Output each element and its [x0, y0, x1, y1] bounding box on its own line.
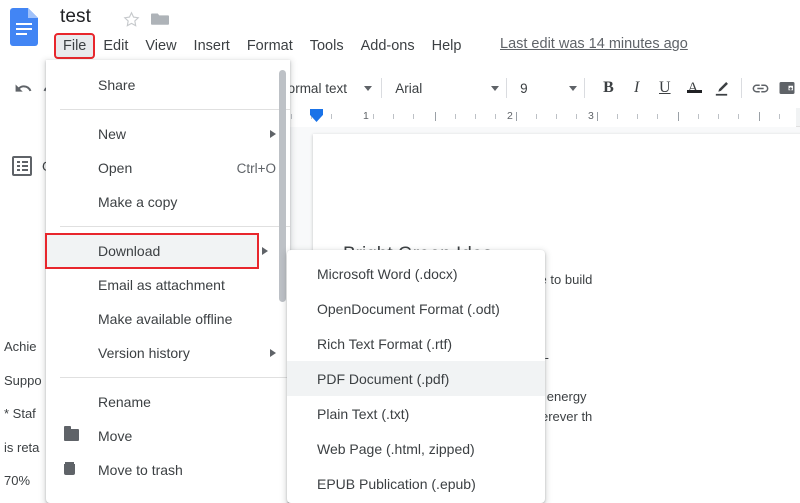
font-size-dropdown[interactable]: 9: [520, 81, 576, 96]
menu-item-label: New: [98, 126, 126, 142]
file-menu-dropdown[interactable]: Share New Open Ctrl+O Make a copy Downlo…: [46, 60, 290, 503]
menu-item-move[interactable]: Move: [46, 419, 290, 453]
chevron-down-icon: [364, 86, 372, 91]
menu-separator: [60, 109, 290, 110]
menu-tools[interactable]: Tools: [303, 35, 351, 57]
top-bar: test File Edit View Insert Format Tools …: [0, 0, 800, 62]
menu-item-label: Version history: [98, 345, 190, 361]
menu-item-label: Make available offline: [98, 311, 232, 327]
menu-item-label: Move to trash: [98, 462, 183, 478]
trash-icon: [64, 462, 75, 478]
menu-view[interactable]: View: [138, 35, 183, 57]
menu-item-version-history[interactable]: Version history: [46, 336, 290, 370]
submenu-item-pdf[interactable]: PDF Document (.pdf): [287, 361, 545, 396]
bold-button[interactable]: B: [594, 79, 622, 97]
last-edit-status[interactable]: Last edit was 14 minutes ago: [500, 36, 688, 52]
toolbar-divider: [506, 78, 507, 98]
ruler-number: 2: [507, 110, 513, 122]
submenu-item-html[interactable]: Web Page (.html, zipped): [287, 431, 545, 466]
menu-item-make-a-copy[interactable]: Make a copy: [46, 185, 290, 219]
menu-insert[interactable]: Insert: [187, 35, 237, 57]
submenu-item-label: Microsoft Word (.docx): [317, 266, 458, 282]
submenu-item-txt[interactable]: Plain Text (.txt): [287, 396, 545, 431]
submenu-item-label: Plain Text (.txt): [317, 406, 409, 422]
download-submenu[interactable]: Microsoft Word (.docx) OpenDocument Form…: [287, 250, 545, 503]
menu-item-open[interactable]: Open Ctrl+O: [46, 151, 290, 185]
submenu-item-epub[interactable]: EPUB Publication (.epub): [287, 466, 545, 501]
toolbar-divider: [584, 78, 585, 98]
menu-help[interactable]: Help: [425, 35, 469, 57]
menu-bar: File Edit View Insert Format Tools Add-o…: [56, 34, 471, 58]
undo-icon[interactable]: [9, 79, 37, 98]
submenu-item-docx[interactable]: Microsoft Word (.docx): [287, 256, 545, 291]
text-color-label: A: [688, 80, 699, 97]
submenu-item-odt[interactable]: OpenDocument Format (.odt): [287, 291, 545, 326]
chevron-right-icon: [270, 130, 276, 138]
chevron-down-icon: [491, 86, 499, 91]
folder-icon[interactable]: [151, 11, 169, 26]
menu-item-rename[interactable]: Rename: [46, 385, 290, 419]
folder-icon: [64, 428, 79, 444]
submenu-item-label: Rich Text Format (.rtf): [317, 336, 452, 352]
submenu-item-label: PDF Document (.pdf): [317, 371, 449, 387]
menu-separator: [60, 226, 290, 227]
menu-item-make-available-offline[interactable]: Make available offline: [46, 302, 290, 336]
highlight-pen-icon[interactable]: [707, 80, 735, 97]
submenu-item-rtf[interactable]: Rich Text Format (.rtf): [287, 326, 545, 361]
chevron-right-icon: [262, 247, 268, 255]
menu-addons[interactable]: Add-ons: [354, 35, 422, 57]
italic-button[interactable]: I: [623, 79, 651, 97]
menu-item-download[interactable]: Download: [46, 234, 258, 268]
menu-item-move-to-trash[interactable]: Move to trash: [46, 453, 290, 487]
google-docs-window: test File Edit View Insert Format Tools …: [0, 0, 800, 503]
menu-file[interactable]: File: [56, 35, 93, 57]
submenu-item-label: EPUB Publication (.epub): [317, 476, 476, 492]
star-outline-icon[interactable]: [123, 11, 140, 28]
menu-item-new[interactable]: New: [46, 117, 290, 151]
text-color-swatch: [687, 90, 702, 93]
insert-image-icon[interactable]: [774, 79, 800, 97]
menu-edit[interactable]: Edit: [96, 35, 135, 57]
menu-item-label: Open: [98, 160, 132, 176]
toolbar-divider: [741, 78, 742, 98]
document-outline-icon: [12, 156, 32, 176]
submenu-item-label: OpenDocument Format (.odt): [317, 301, 500, 317]
text-color-button[interactable]: A: [679, 80, 707, 97]
document-title[interactable]: test: [60, 6, 91, 28]
google-docs-icon[interactable]: [10, 8, 38, 46]
menu-item-shortcut: Ctrl+O: [237, 161, 276, 176]
font-size-value: 9: [520, 81, 528, 96]
menu-item-label: Make a copy: [98, 194, 177, 210]
menu-item-label: Email as attachment: [98, 277, 225, 293]
submenu-item-label: Web Page (.html, zipped): [317, 441, 475, 457]
link-icon[interactable]: [747, 79, 773, 98]
toolbar-divider: [381, 78, 382, 98]
menu-item-label: Move: [98, 428, 132, 444]
paragraph-style-dropdown[interactable]: Normal text: [278, 81, 372, 96]
menu-separator: [60, 377, 290, 378]
menu-item-email-as-attachment[interactable]: Email as attachment: [46, 268, 290, 302]
ruler-number: 3: [588, 110, 594, 122]
menu-item-label: Download: [98, 243, 160, 259]
font-family-dropdown[interactable]: Arial: [395, 81, 498, 96]
chevron-right-icon: [270, 349, 276, 357]
file-menu-scrollbar[interactable]: [279, 70, 286, 302]
font-family-value: Arial: [395, 81, 422, 96]
underline-button[interactable]: U: [651, 79, 679, 97]
menu-item-share[interactable]: Share: [46, 68, 290, 102]
menu-format[interactable]: Format: [240, 35, 300, 57]
menu-item-label: Rename: [98, 394, 151, 410]
chevron-down-icon: [569, 86, 577, 91]
ruler-number: 1: [363, 110, 369, 122]
menu-item-label: Share: [98, 77, 135, 93]
